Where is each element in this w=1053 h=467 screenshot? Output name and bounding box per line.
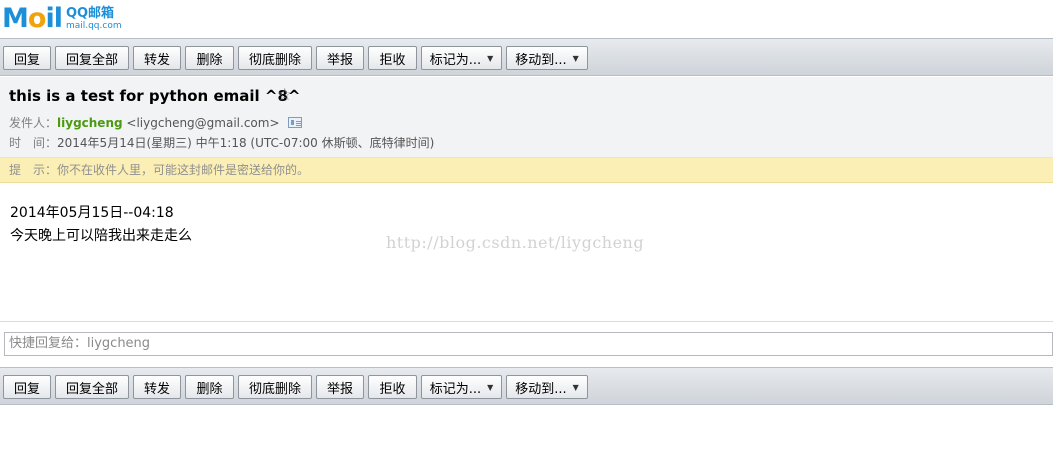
blog-watermark: http://blog.csdn.net/liygcheng [386,233,645,252]
time-line: 时 间：2014年5月14日(星期三) 中午1:18 (UTC-07:00 休斯… [9,134,434,151]
logo-bar: Moil QQ邮箱 mail.qq.com [0,0,1053,38]
reply-all-button[interactable]: 回复全部 [55,46,129,70]
move-to-dropdown[interactable]: 移动到... ▼ [506,46,588,70]
logo-text: QQ邮箱 mail.qq.com [66,7,122,31]
move-to-dropdown[interactable]: 移动到... ▼ [506,375,588,399]
chevron-down-icon: ▼ [487,53,494,63]
mail-subject: this is a test for python email ^8^ [9,87,301,105]
forward-button[interactable]: 转发 [133,375,181,399]
delete-button[interactable]: 删除 [185,46,234,70]
body-line-date: 2014年05月15日--04:18 [10,205,174,221]
reply-all-button[interactable]: 回复全部 [55,375,129,399]
chevron-down-icon: ▼ [572,53,579,63]
sender-email: <liygcheng@gmail.com> [126,116,280,130]
reply-button[interactable]: 回复 [3,46,51,70]
delete-permanently-button[interactable]: 彻底删除 [238,46,312,70]
body-line-message: 今天晚上可以陪我出来走走么 [10,228,192,244]
mark-as-dropdown[interactable]: 标记为... ▼ [421,46,502,70]
time-value: 2014年5月14日(星期三) 中午1:18 (UTC-07:00 休斯顿、底特… [57,136,435,150]
report-button[interactable]: 举报 [316,375,364,399]
logo-mark: Moil [2,3,63,34]
bcc-notice: 提 示：你不在收件人里，可能这封邮件是密送给你的。 [0,158,1053,183]
report-button[interactable]: 举报 [316,46,364,70]
time-label: 时 间： [9,136,58,150]
mark-as-dropdown[interactable]: 标记为... ▼ [421,375,502,399]
mail-body: 2014年05月15日--04:18 今天晚上可以陪我出来走走么 http://… [0,184,1053,321]
delete-permanently-button[interactable]: 彻底删除 [238,375,312,399]
reply-button[interactable]: 回复 [3,375,51,399]
chevron-down-icon: ▼ [572,382,579,392]
logo-title: QQ邮箱 [65,6,115,21]
divider [0,321,1053,322]
sender-line: 发件人：liygcheng <liygcheng@gmail.com> [9,114,302,131]
qq-mail-logo[interactable]: Moil QQ邮箱 mail.qq.com [2,3,122,35]
chevron-down-icon: ▼ [487,382,494,392]
bottom-toolbar: 回复 回复全部 转发 删除 彻底删除 举报 拒收 标记为... ▼ 移动到... ▼ [0,367,1053,405]
from-label: 发件人： [9,116,58,130]
reject-button[interactable]: 拒收 [368,375,417,399]
reject-button[interactable]: 拒收 [368,46,417,70]
logo-domain: mail.qq.com [65,21,122,31]
quick-reply-input[interactable]: 快捷回复给：liygcheng [4,332,1053,356]
contact-card-icon[interactable] [287,117,302,128]
star-icon[interactable]: ☆ [277,85,292,105]
top-toolbar: 回复 回复全部 转发 删除 彻底删除 举报 拒收 标记为... ▼ 移动到... ▼ [0,38,1053,76]
forward-button[interactable]: 转发 [133,46,181,70]
sender-name[interactable]: liygcheng [57,116,123,130]
mail-header: this is a test for python email ^8^ ☆ 发件… [0,77,1053,158]
delete-button[interactable]: 删除 [185,375,234,399]
